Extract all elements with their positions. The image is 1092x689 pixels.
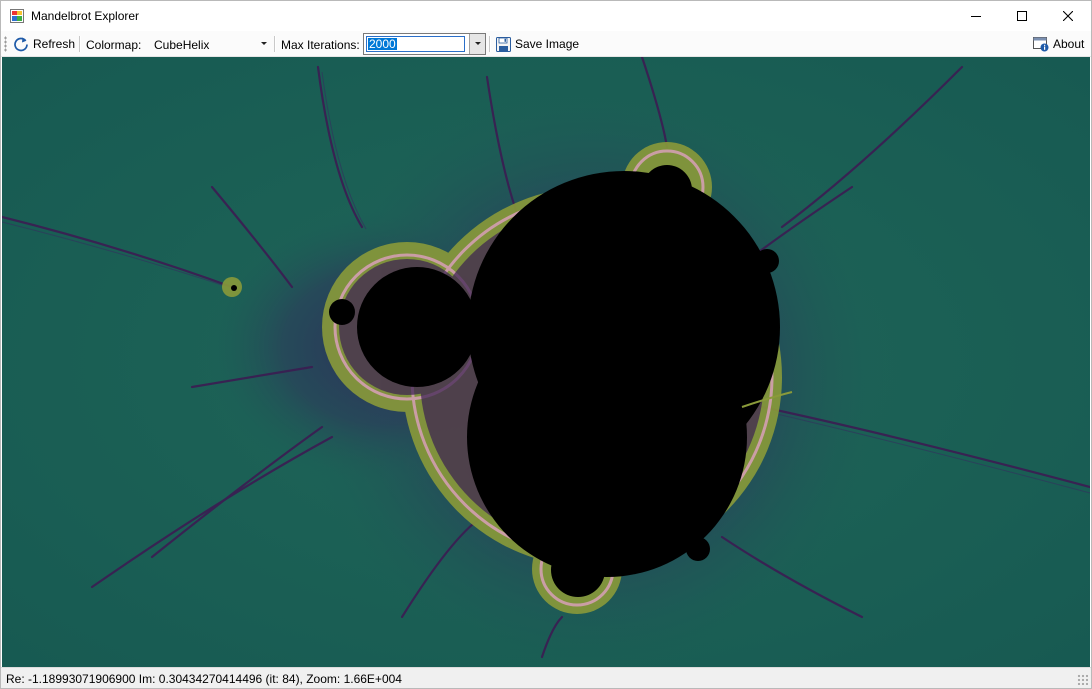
refresh-label: Refresh: [33, 37, 76, 51]
toolbar: Refresh Colormap: CubeHelix Max Iteratio…: [1, 31, 1091, 57]
save-disk-icon: [496, 36, 511, 52]
max-iterations-label: Max Iterations:: [281, 38, 360, 52]
toolbar-separator: [79, 36, 81, 52]
colormap-dropdown[interactable]: CubeHelix: [149, 34, 271, 54]
save-image-label: Save Image: [515, 37, 580, 51]
toolbar-separator: [274, 36, 276, 52]
save-image-button[interactable]: Save Image: [493, 33, 582, 55]
fractal-canvas[interactable]: [2, 57, 1090, 667]
toolbar-grip[interactable]: [4, 36, 7, 52]
app-window: Mandelbrot Explorer Refresh Colormap: Cu…: [0, 0, 1092, 689]
max-iterations-combobox[interactable]: 2000: [363, 33, 486, 55]
mandelbrot-image: [2, 57, 1090, 667]
about-label: About: [1053, 37, 1085, 51]
chevron-down-icon: [261, 42, 267, 45]
refresh-icon: [14, 37, 28, 52]
max-iterations-dropdown-button[interactable]: [469, 34, 485, 54]
toolbar-separator: [489, 36, 491, 52]
close-button[interactable]: [1045, 1, 1091, 31]
maximize-button[interactable]: [999, 1, 1045, 31]
mandelbrot-app-icon: [10, 9, 24, 23]
maximize-icon: [1017, 11, 1027, 21]
max-iterations-input[interactable]: 2000: [366, 36, 465, 52]
coordinate-status: Re: -1.18993071906900 Im: 0.304342704144…: [6, 672, 402, 686]
minimize-icon: [971, 16, 981, 17]
status-bar: Re: -1.18993071906900 Im: 0.304342704144…: [1, 667, 1091, 688]
close-icon: [1063, 11, 1073, 21]
about-button[interactable]: About: [1030, 33, 1087, 55]
title-bar[interactable]: Mandelbrot Explorer: [1, 1, 1091, 31]
refresh-button[interactable]: Refresh: [10, 33, 78, 55]
minimize-button[interactable]: [953, 1, 999, 31]
colormap-label: Colormap:: [86, 38, 142, 52]
about-info-icon: [1033, 37, 1049, 52]
max-iterations-value: 2000: [368, 37, 397, 51]
colormap-value: CubeHelix: [154, 38, 210, 52]
window-title: Mandelbrot Explorer: [31, 9, 140, 23]
resize-grip[interactable]: [1077, 674, 1088, 685]
